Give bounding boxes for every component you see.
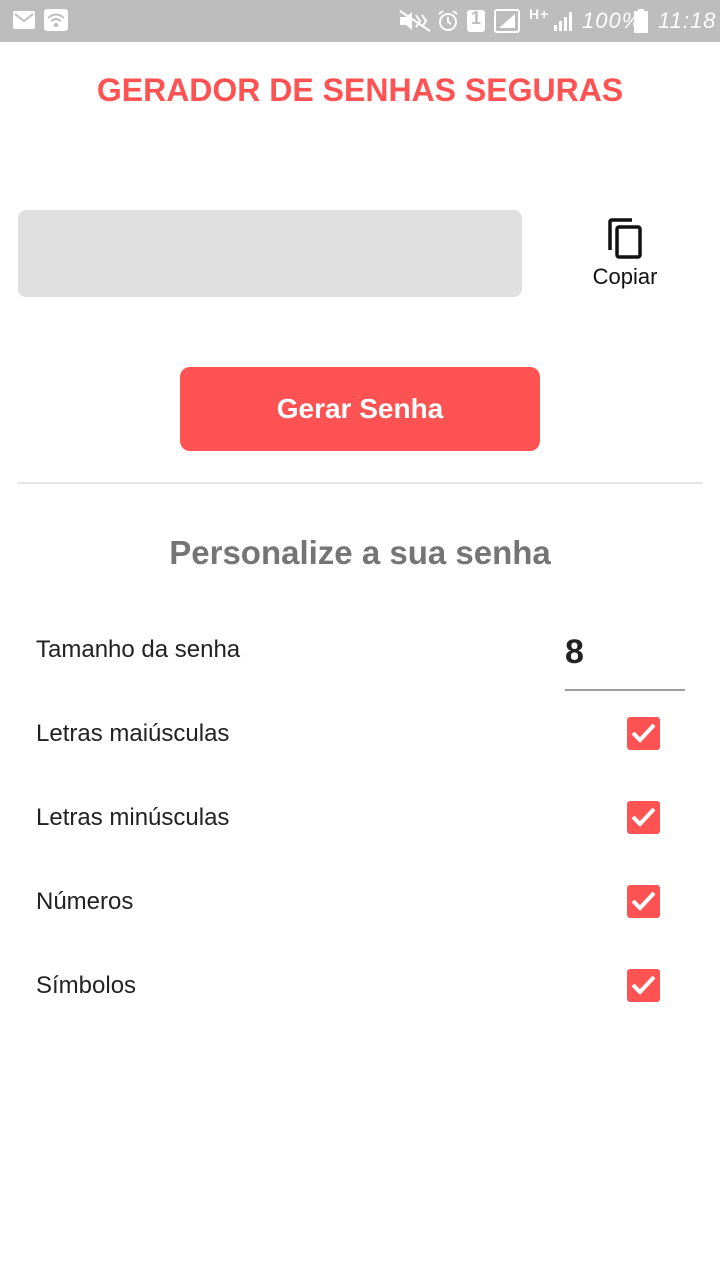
status-bar: 1 H+ 100% 11:18 <box>0 0 720 42</box>
vibrate-icon <box>398 9 432 38</box>
sim-badge: 1 <box>471 8 483 28</box>
battery-icon <box>634 9 648 38</box>
copy-label: Copiar <box>592 264 658 289</box>
check-icon <box>631 891 656 911</box>
check-icon <box>631 975 656 995</box>
password-output-field[interactable] <box>18 210 522 297</box>
lowercase-checkbox[interactable] <box>627 801 660 834</box>
option-uppercase-label: Letras maiúsculas <box>36 720 230 747</box>
generate-password-button[interactable]: Gerar Senha <box>180 367 540 451</box>
section-title: Personalize a sua senha <box>169 534 551 571</box>
password-length-input[interactable]: 8 <box>565 625 685 691</box>
uppercase-checkbox[interactable] <box>627 717 660 750</box>
symbols-checkbox[interactable] <box>627 969 660 1002</box>
length-value: 8 <box>565 633 584 671</box>
option-lowercase-label: Letras minúsculas <box>36 804 230 831</box>
length-label: Tamanho da senha <box>36 636 241 663</box>
divider <box>18 482 703 484</box>
copy-button[interactable]: Copiar <box>575 218 675 298</box>
alarm-icon <box>436 9 460 38</box>
mail-icon <box>12 9 36 36</box>
clock: 11:18 <box>658 8 717 33</box>
copy-icon <box>608 218 642 259</box>
wifi-icon <box>44 9 68 36</box>
app-title: GERADOR DE SENHAS SEGURAS <box>96 72 624 108</box>
network-type: H+ <box>529 6 550 22</box>
option-symbols-label: Símbolos <box>36 972 137 999</box>
numbers-checkbox[interactable] <box>627 885 660 918</box>
check-icon <box>631 807 656 827</box>
signal-icon <box>494 9 520 38</box>
signal-icon <box>552 9 576 38</box>
check-icon <box>631 723 656 743</box>
option-numbers-label: Números <box>36 888 134 915</box>
